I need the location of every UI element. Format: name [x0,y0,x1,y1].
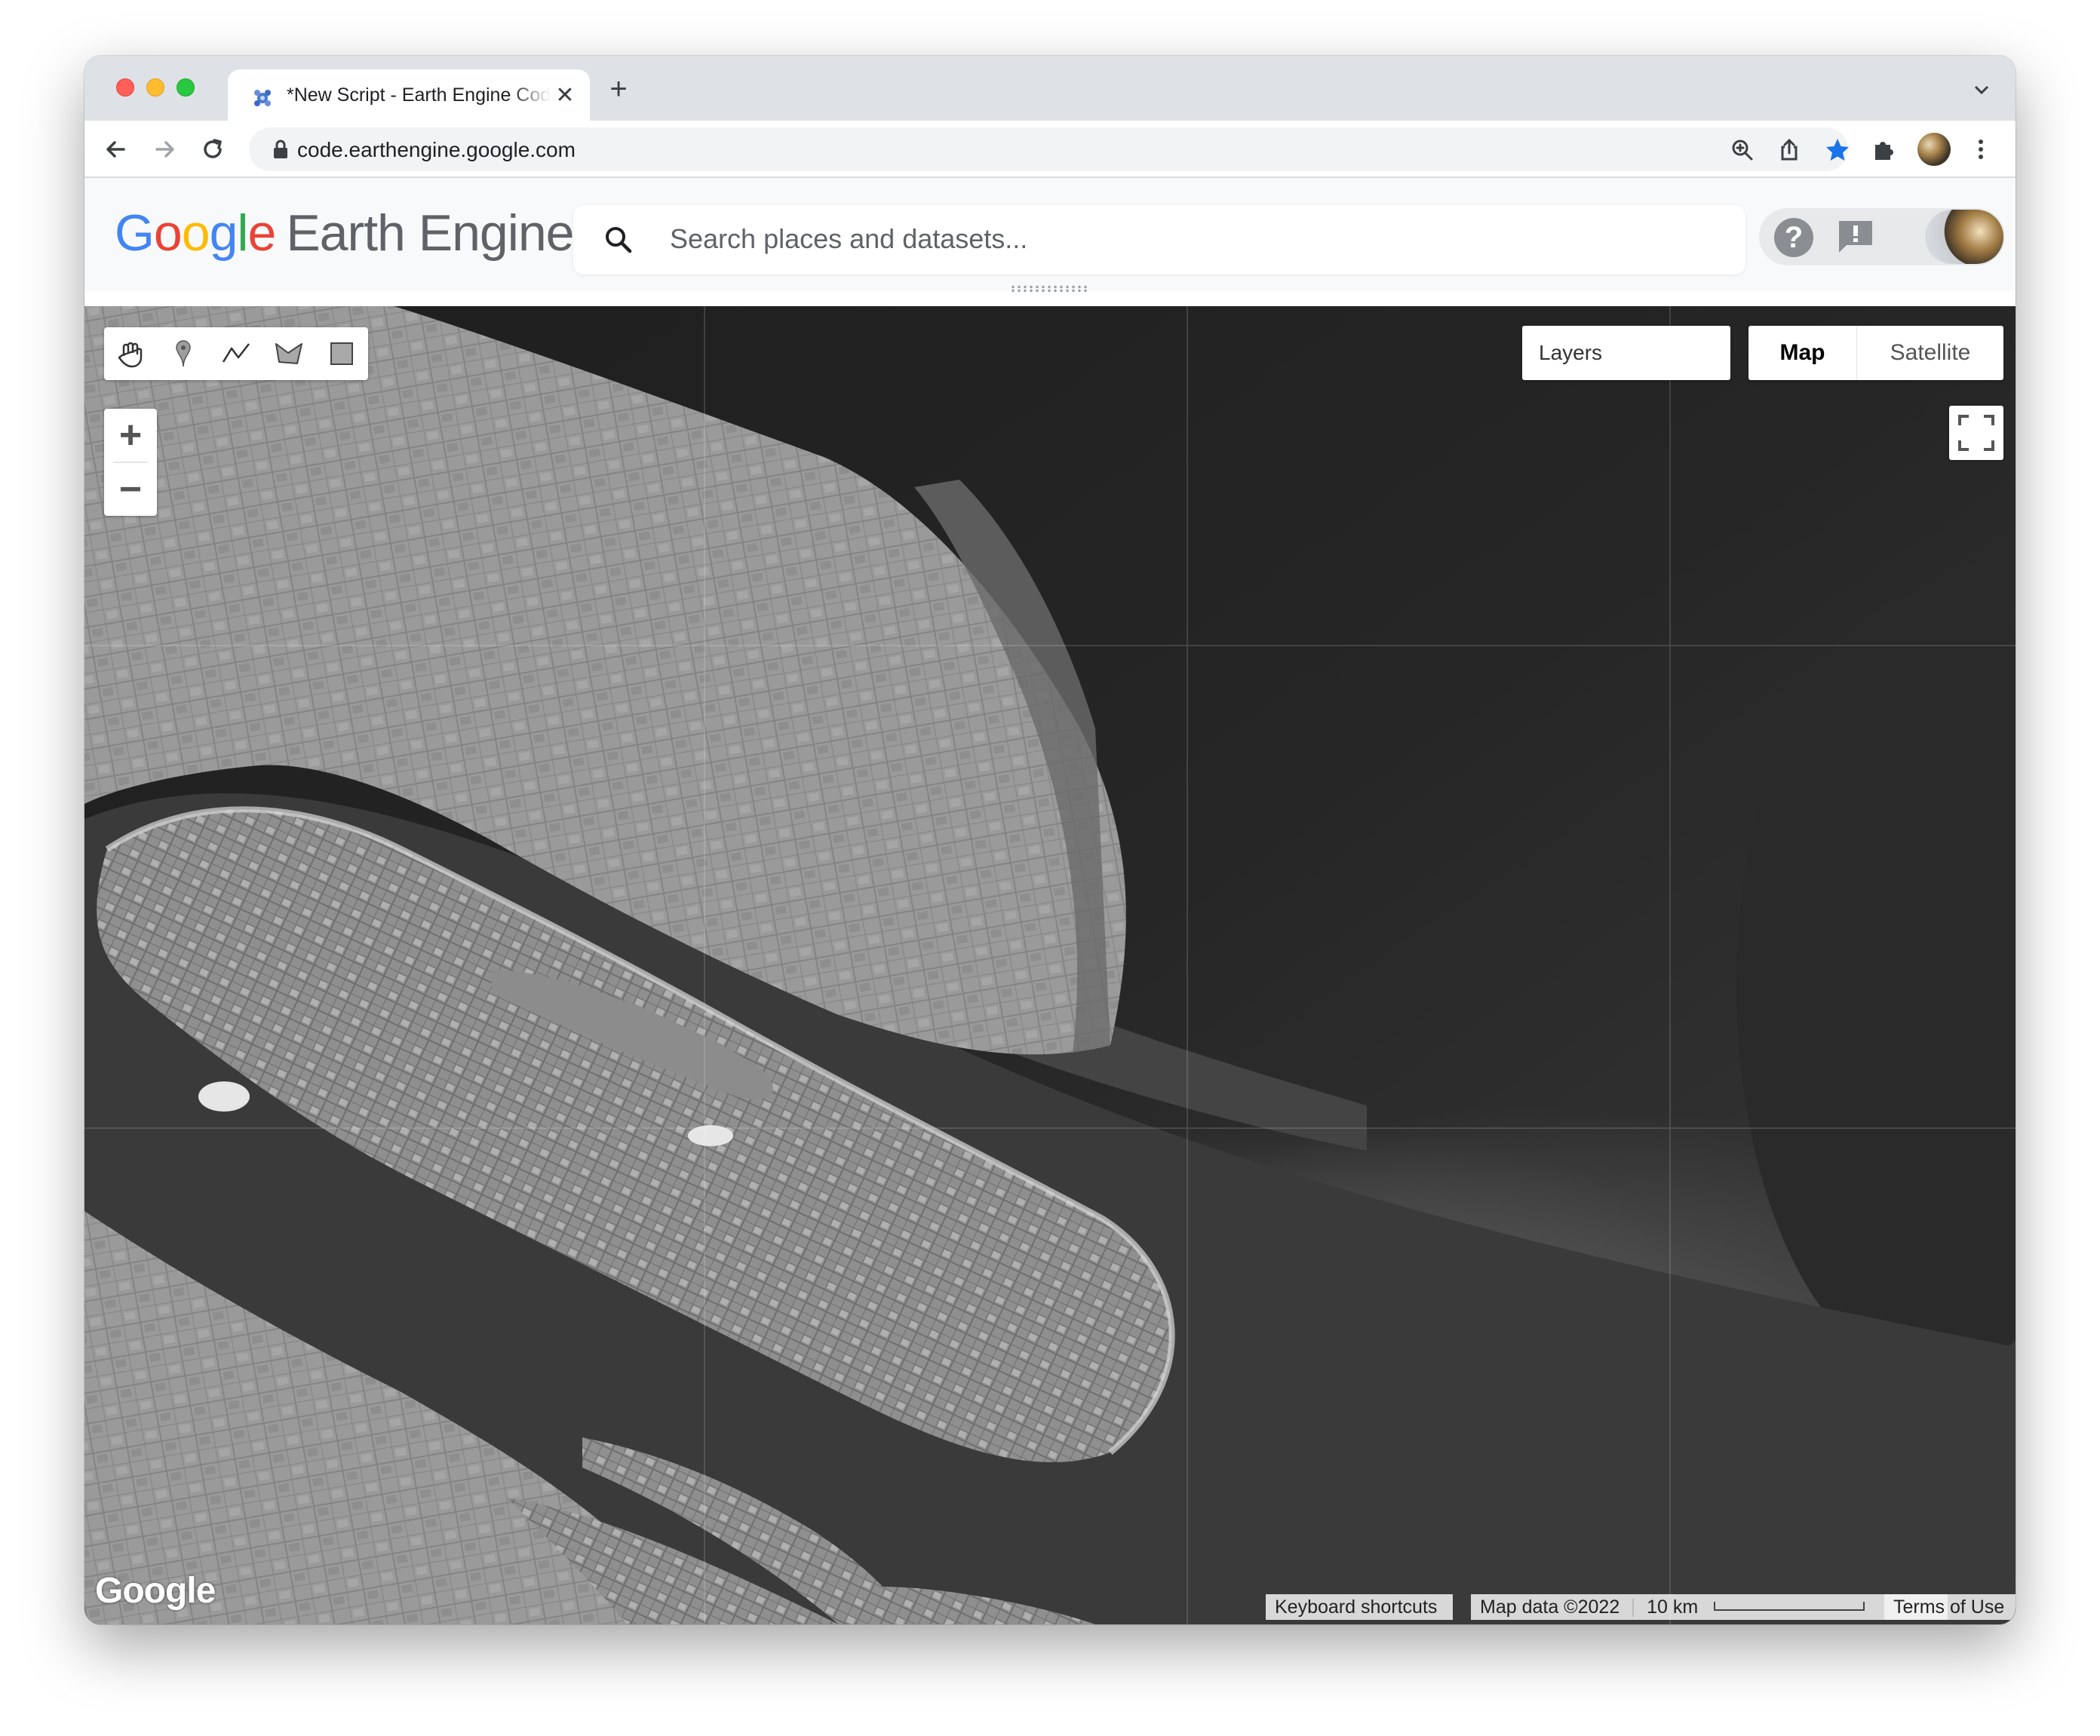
share-icon[interactable] [1776,136,1803,164]
forward-arrow-icon[interactable] [149,134,180,164]
search-input[interactable]: Search places and datasets... [573,205,1745,275]
hand-icon[interactable] [113,336,148,371]
search-icon [606,227,632,253]
new-tab-button[interactable]: + [602,72,635,106]
tab-title: *New Script - Earth Engine Code Editor [287,84,551,106]
map-data-attribution: Map data ©2022 [1480,1596,1620,1618]
map-type-control: Map Satellite [1748,326,2003,380]
zoom-in-button[interactable]: + [104,409,157,462]
back-arrow-icon[interactable] [101,134,131,164]
header-actions: ? [1759,208,2005,265]
more-menu-icon[interactable] [1966,134,1996,164]
extensions-puzzle-icon[interactable] [1869,134,1899,164]
search-placeholder: Search places and datasets... [670,223,1028,254]
zoom-control: + − [104,409,157,516]
browser-window: *New Script - Earth Engine Code Editor ✕… [84,56,2016,1624]
polygon-icon[interactable] [272,336,306,371]
map-type-map-button[interactable]: Map [1748,326,1857,380]
map-canvas[interactable]: + − Layers Map Satellite Google Keyboard… [84,306,2016,1624]
lock-icon[interactable] [272,140,290,159]
account-avatar[interactable] [1925,210,2003,264]
url-text: code.earthengine.google.com [297,138,576,161]
keyboard-shortcuts-link[interactable]: Keyboard shortcuts [1266,1594,1453,1620]
profile-avatar[interactable] [1917,133,1951,166]
help-icon[interactable]: ? [1774,218,1813,257]
reload-icon[interactable] [198,134,228,164]
tab-strip: *New Script - Earth Engine Code Editor ✕… [84,56,2016,121]
zoom-icon[interactable] [1729,136,1756,164]
satellite-imagery [84,306,2016,1624]
browser-tab-active[interactable]: *New Script - Earth Engine Code Editor ✕ [228,69,590,121]
rectangle-icon[interactable] [324,336,359,371]
maximize-window-button[interactable] [177,78,195,97]
scale-label: 10 km [1647,1596,1699,1618]
terms-of-use-link[interactable]: Terms of Use [1884,1594,2016,1620]
panel-splitter-handle[interactable] [1010,285,1088,293]
earth-engine-favicon-icon [254,90,271,106]
address-bar[interactable]: code.earthengine.google.com [249,127,1851,171]
map-type-satellite-button[interactable]: Satellite [1857,326,2003,380]
fullscreen-icon[interactable] [1949,406,2003,460]
google-earth-engine-logo[interactable]: Google Earth Engine [115,204,575,264]
drawing-toolbar [104,327,368,380]
close-window-button[interactable] [116,78,134,97]
map-data-scale: Map data ©2022 10 km [1471,1594,1948,1620]
tab-close-icon[interactable]: ✕ [552,83,578,109]
scale-bar [1714,1602,1865,1612]
marker-icon[interactable] [166,336,201,371]
layers-dropdown[interactable]: Layers [1522,326,1730,380]
line-icon[interactable] [219,336,253,371]
logo-product-name: Earth Engine [286,204,574,262]
browser-toolbar: code.earthengine.google.com [84,121,2016,178]
bookmark-star-icon[interactable] [1824,136,1851,164]
minimize-window-button[interactable] [146,78,164,97]
google-watermark: Google [95,1571,216,1611]
feedback-icon[interactable] [1836,218,1875,256]
tab-search-chevron-icon[interactable] [1970,78,1993,101]
zoom-out-button[interactable]: − [104,463,157,516]
earth-engine-header: Google Earth Engine Search places and dat… [84,178,2016,293]
